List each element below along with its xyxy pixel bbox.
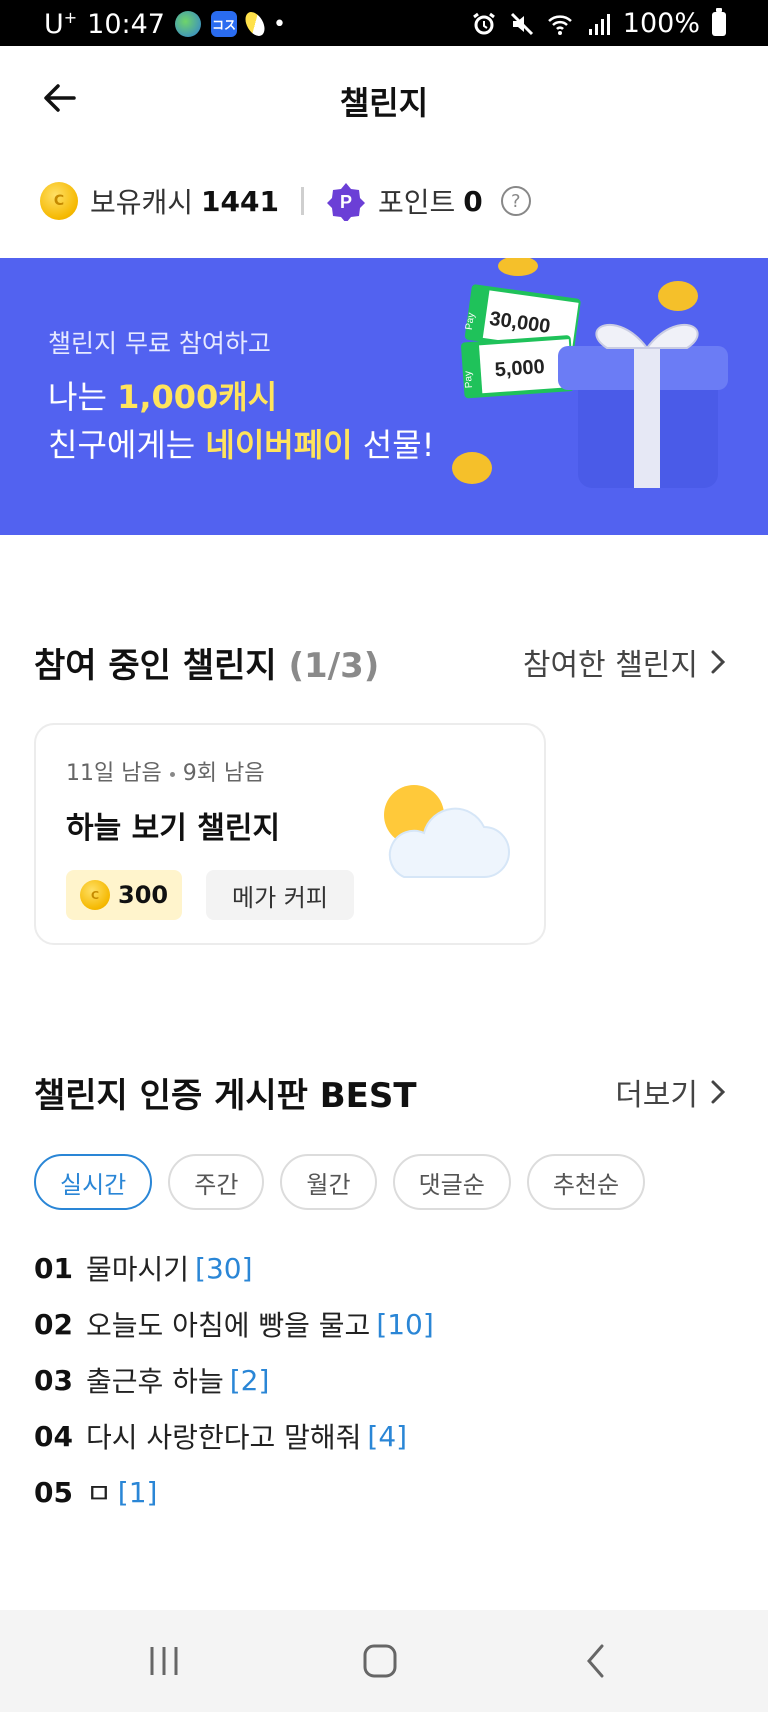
signal-icon xyxy=(588,13,610,35)
filter-chip-recommended[interactable]: 추천순 xyxy=(526,1154,646,1210)
partly-cloudy-icon xyxy=(384,785,510,878)
joined-challenges-link[interactable]: 참여한 챌린지 xyxy=(523,640,728,684)
divider xyxy=(300,187,304,215)
battery-icon xyxy=(712,7,726,36)
status-bar: U+ 10:47 コス • 100% xyxy=(0,0,768,46)
best-list: 01 물마시기 [30] 02 오늘도 아침에 빵을 물고 [10] 03 출근후 하늘[… xyxy=(34,1240,434,1520)
battery-percent: 100% xyxy=(622,8,700,39)
home-icon xyxy=(363,1644,397,1678)
system-nav-bar xyxy=(0,1610,768,1712)
point-badge-icon: P xyxy=(326,181,366,221)
mute-icon xyxy=(510,12,533,35)
active-challenges-title: 참여 중인 챌린지 (1/3) xyxy=(34,646,380,686)
coin-icon: C xyxy=(80,880,110,910)
recent-apps-icon xyxy=(150,1647,178,1675)
recent-apps-button[interactable] xyxy=(134,1636,194,1686)
filter-chip-monthly[interactable]: 월간 xyxy=(280,1154,377,1210)
promo-banner[interactable]: 챌린지 무료 참여하고 나는 1,000캐시 친구에게는 네이버페이 선물! 3… xyxy=(0,258,768,535)
point-value: 0 xyxy=(463,184,483,218)
filter-chip-realtime[interactable]: 실시간 xyxy=(34,1154,153,1210)
banner-line-3: 친구에게는 네이버페이 선물! xyxy=(48,426,435,464)
help-icon[interactable]: ? xyxy=(500,186,531,216)
filter-chips: 실시간 주간 월간 댓글순 추천순 xyxy=(34,1154,646,1210)
point-label: 포인트 xyxy=(377,186,456,219)
cash-label: 보유캐시 xyxy=(90,186,194,219)
pill-app-icon xyxy=(241,8,269,40)
list-item[interactable]: 05 ㅁ [1] xyxy=(34,1464,434,1520)
alarm-icon xyxy=(472,12,495,34)
banner-line-2: 나는 1,000캐시 xyxy=(48,378,278,416)
cash-value: 1441 xyxy=(201,184,279,218)
svg-text:Pay: Pay xyxy=(463,371,475,389)
back-icon xyxy=(587,1644,604,1678)
list-item[interactable]: 02 오늘도 아침에 빵을 물고 [10] xyxy=(34,1296,434,1352)
chevron-right-icon xyxy=(711,1080,726,1104)
challenge-name: 하늘 보기 챌린지 xyxy=(66,811,281,846)
list-item[interactable]: 01 물마시기 [30] xyxy=(34,1240,434,1296)
voucher-5000: 5,000 xyxy=(494,356,545,381)
prize-badge: 메가 커피 xyxy=(206,870,354,920)
coin-icon: C xyxy=(40,182,78,220)
list-item[interactable]: 03 출근후 하늘 [2] xyxy=(34,1352,434,1408)
notification-dot-icon: • xyxy=(272,11,286,37)
reward-badge: C 300 xyxy=(66,870,183,920)
balance-row: C 보유캐시 1441 P 포인트 0 ? xyxy=(40,178,531,224)
carrier-label: U+ xyxy=(44,8,78,40)
banner-subtitle: 챌린지 무료 참여하고 xyxy=(48,329,271,358)
challenge-meta: 11일 남음 9회 남음 xyxy=(66,761,265,786)
filter-chip-comments[interactable]: 댓글순 xyxy=(392,1154,511,1210)
kr-app-icon: コス xyxy=(210,11,237,37)
challenge-card[interactable]: 11일 남음 9회 남음 하늘 보기 챌린지 C 300 메가 커피 xyxy=(34,723,546,945)
filter-chip-weekly[interactable]: 주간 xyxy=(168,1154,265,1210)
svg-text:P: P xyxy=(340,192,352,212)
home-button[interactable] xyxy=(350,1636,410,1686)
chevron-right-icon xyxy=(711,650,726,674)
list-item[interactable]: 04 다시 사랑한다고 말해줘 [4] xyxy=(34,1408,434,1464)
see-more-link[interactable]: 더보기 xyxy=(615,1070,728,1114)
nav-back-button[interactable] xyxy=(566,1636,626,1686)
page-title: 챌린지 xyxy=(339,84,429,122)
best-board-title: 챌린지 인증 게시판 BEST xyxy=(34,1076,417,1116)
wifi-icon xyxy=(547,14,572,35)
clock: 10:47 xyxy=(87,8,165,40)
app-bar: 챌린지 xyxy=(0,46,768,146)
gift-illustration: 30,000 Pay 5,000 Pay xyxy=(452,258,728,488)
globe-app-icon xyxy=(174,11,201,37)
